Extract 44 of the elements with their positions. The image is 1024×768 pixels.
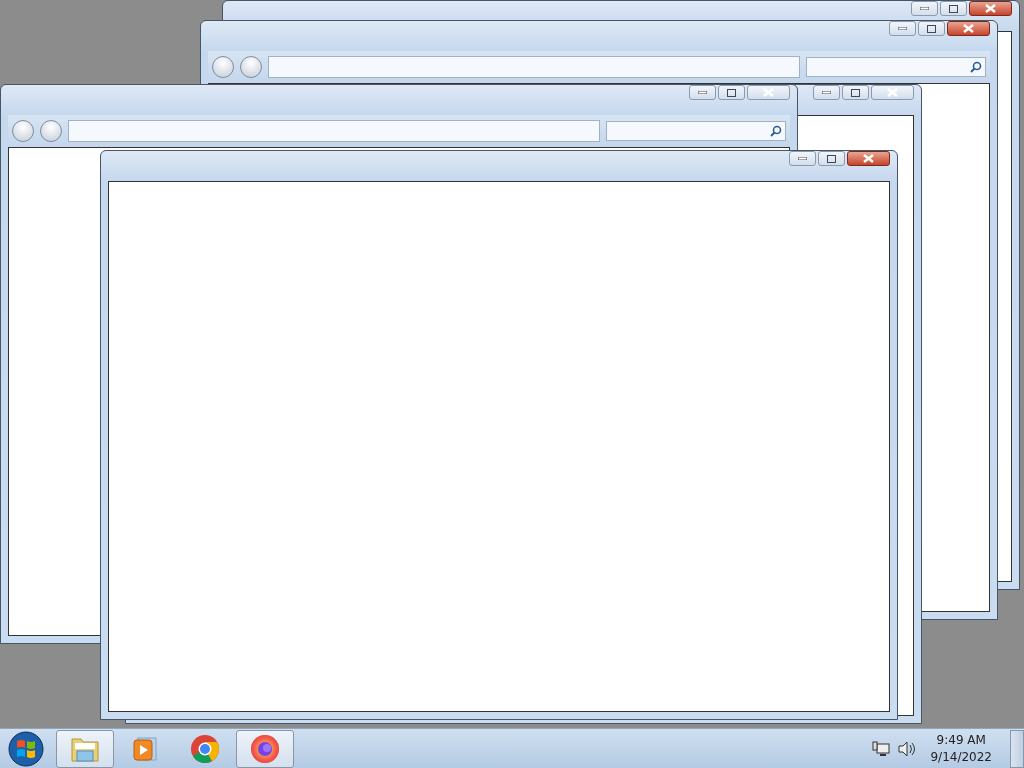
close-button[interactable] bbox=[947, 21, 990, 36]
clock-date: 9/14/2022 bbox=[930, 748, 992, 766]
minimize-icon bbox=[698, 91, 707, 94]
windows-logo-icon bbox=[8, 730, 44, 767]
maximize-icon bbox=[727, 88, 736, 97]
search-field[interactable] bbox=[606, 121, 786, 141]
close-icon bbox=[863, 154, 874, 163]
forward-button[interactable] bbox=[240, 56, 262, 78]
maximize-button[interactable] bbox=[718, 85, 745, 100]
close-button[interactable] bbox=[969, 1, 1012, 16]
close-icon bbox=[887, 88, 898, 97]
start-button[interactable] bbox=[6, 728, 46, 768]
chrome-icon bbox=[190, 733, 220, 764]
minimize-icon bbox=[822, 91, 831, 94]
media-player-icon bbox=[132, 735, 158, 762]
maximize-icon bbox=[851, 88, 860, 97]
minimize-icon bbox=[920, 7, 929, 10]
taskbar-button[interactable] bbox=[236, 729, 294, 768]
back-button[interactable] bbox=[12, 120, 34, 142]
maximize-button[interactable] bbox=[918, 21, 945, 36]
address-field[interactable] bbox=[68, 120, 600, 142]
show-desktop-button[interactable] bbox=[1010, 729, 1024, 768]
address-field[interactable] bbox=[268, 56, 800, 78]
maximize-button[interactable] bbox=[842, 85, 869, 100]
close-button[interactable] bbox=[847, 151, 890, 166]
network-icon bbox=[872, 740, 891, 757]
minimize-icon bbox=[798, 157, 807, 160]
maximize-icon bbox=[827, 154, 836, 163]
forward-button[interactable] bbox=[40, 120, 62, 142]
speaker-icon bbox=[898, 740, 917, 757]
close-icon bbox=[963, 24, 974, 33]
maximize-icon bbox=[949, 4, 958, 13]
firefox-icon bbox=[250, 733, 280, 764]
maximize-button[interactable] bbox=[940, 1, 967, 16]
search-icon bbox=[770, 125, 782, 137]
maximize-icon bbox=[927, 24, 936, 33]
close-icon bbox=[763, 88, 774, 97]
maximize-button[interactable] bbox=[818, 151, 845, 166]
search-icon bbox=[970, 61, 982, 73]
search-field[interactable] bbox=[806, 57, 986, 77]
close-icon bbox=[985, 4, 996, 13]
taskbar-button[interactable] bbox=[56, 729, 114, 768]
back-button[interactable] bbox=[212, 56, 234, 78]
clock-time: 9:49 AM bbox=[936, 731, 986, 749]
